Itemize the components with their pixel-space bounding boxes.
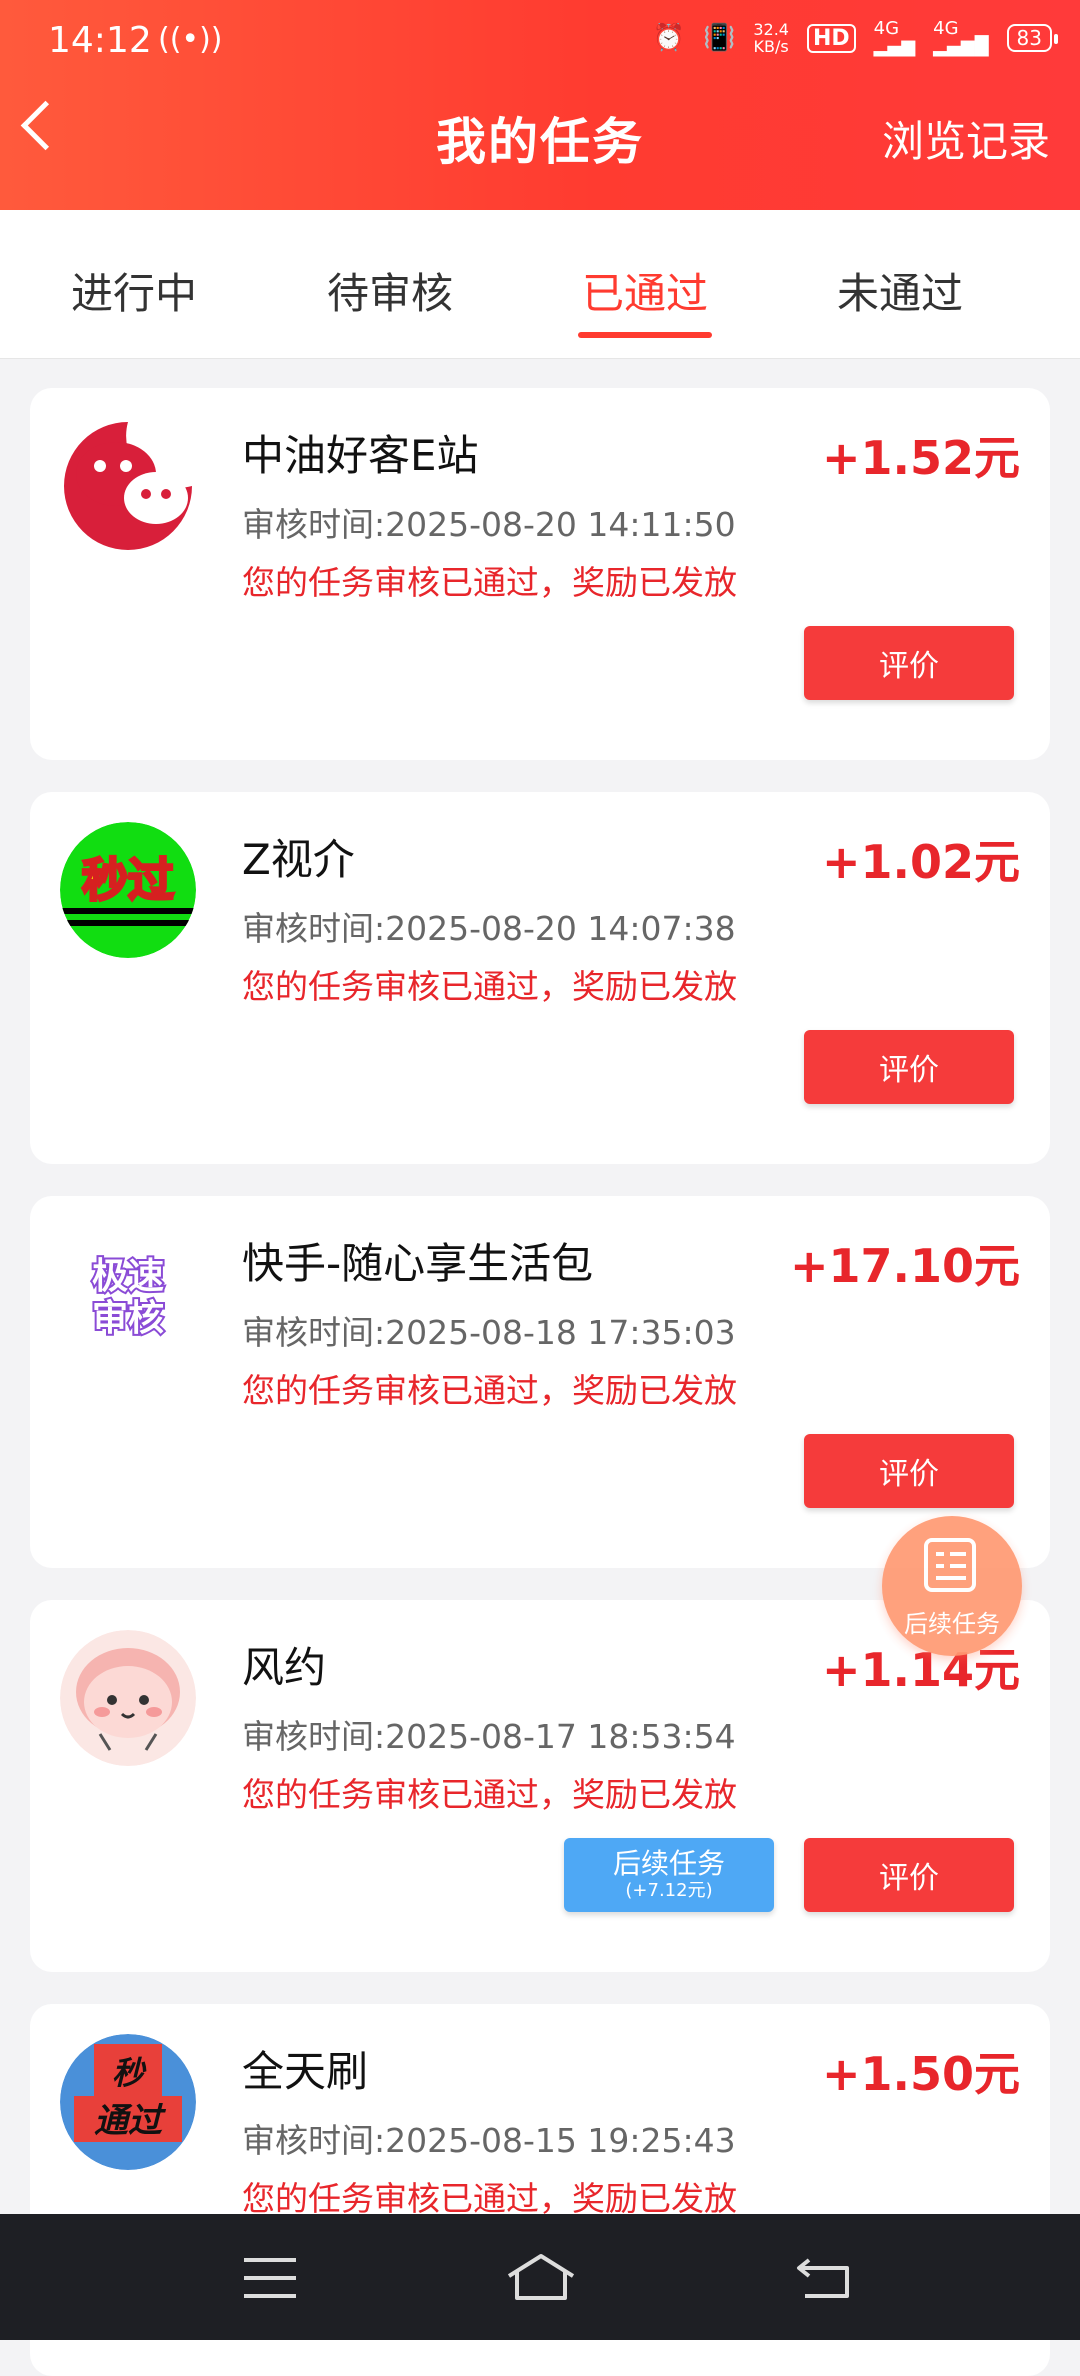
menu-icon[interactable]: [244, 2258, 296, 2298]
hotspot-icon: ((•)): [158, 22, 223, 57]
status-icons: ⏰ 📳 32.4 KB/s HD 4G ▂▄▆ 4G ▂▄▆█ 83: [652, 18, 1059, 57]
status-time: 14:12: [48, 20, 152, 61]
active-tab-indicator: [578, 332, 712, 338]
svg-text:秒过: 秒过: [82, 853, 174, 907]
svg-text:审核: 审核: [92, 1298, 164, 1339]
battery-icon: 83: [1006, 24, 1059, 52]
task-logo: 极速 审核: [60, 1226, 196, 1362]
tab-rejected[interactable]: 未通过: [800, 260, 1000, 321]
instant-pass-badge-icon: 秒 通过: [60, 2034, 196, 2170]
signal-2-icon: 4G ▂▄▆█: [933, 18, 989, 57]
followup-tasks-fab[interactable]: 后续任务: [882, 1516, 1022, 1656]
browse-history-link[interactable]: 浏览记录: [882, 108, 1050, 169]
review-status: 您的任务审核已通过，奖励已发放: [242, 1775, 737, 1814]
alarm-icon: ⏰: [652, 23, 685, 53]
task-logo: [60, 418, 196, 554]
task-reward: +17.10元: [789, 1239, 1020, 1293]
task-card[interactable]: 秒过 Z视介 +1.02元 审核时间:2025-08-20 14:07:38 您…: [30, 792, 1050, 1164]
home-icon[interactable]: [505, 2252, 577, 2302]
hd-badge: HD: [806, 23, 856, 53]
review-button[interactable]: 评价: [804, 1030, 1014, 1104]
signal-1-icon: 4G ▂▄▆: [873, 18, 916, 57]
review-time: 审核时间:2025-08-18 17:35:03: [242, 1313, 736, 1352]
review-status: 您的任务审核已通过，奖励已发放: [242, 1371, 737, 1410]
wechat-red-icon: [60, 418, 196, 554]
review-button[interactable]: 评价: [804, 1838, 1014, 1912]
svg-text:通过: 通过: [94, 2101, 167, 2141]
header: 14:12 ((•)) ⏰ 📳 32.4 KB/s HD 4G ▂▄▆ 4G ▂▄▆█…: [0, 0, 1080, 210]
followup-label: 后续任务: [612, 1847, 725, 1880]
back-icon[interactable]: [795, 2254, 855, 2300]
tab-in-progress[interactable]: 进行中: [34, 260, 234, 321]
task-name: 中油好客E站: [242, 431, 479, 480]
system-nav-bar: [0, 2214, 1080, 2340]
task-logo: [60, 1630, 196, 1766]
review-button[interactable]: 评价: [804, 1434, 1014, 1508]
followup-amount: (+7.12元): [625, 1880, 713, 1901]
review-status: 您的任务审核已通过，奖励已发放: [242, 967, 737, 1006]
task-reward: +1.02元: [821, 835, 1020, 889]
vibrate-icon: 📳: [702, 23, 736, 53]
review-status: 您的任务审核已通过，奖励已发放: [242, 2179, 737, 2218]
tab-pending-review[interactable]: 待审核: [290, 260, 490, 321]
review-time: 审核时间:2025-08-20 14:11:50: [242, 505, 736, 544]
task-card[interactable]: 风约 +1.14元 审核时间:2025-08-17 18:53:54 您的任务审…: [30, 1600, 1050, 1972]
task-reward: +1.52元: [821, 431, 1020, 485]
review-button[interactable]: 评价: [804, 626, 1014, 700]
svg-text:极速: 极速: [92, 1256, 164, 1297]
tab-approved[interactable]: 已通过: [545, 260, 745, 321]
task-name: 风约: [242, 1643, 327, 1692]
followup-task-button[interactable]: 后续任务 (+7.12元): [564, 1838, 774, 1912]
fast-pass-badge-icon: 秒过: [60, 822, 196, 958]
task-name: 全天刷: [242, 2047, 369, 2096]
task-logo: 秒过: [60, 822, 196, 958]
fab-label: 后续任务: [904, 1610, 1000, 1638]
review-time: 审核时间:2025-08-20 14:07:38: [242, 909, 736, 948]
tab-bar: 进行中 待审核 已通过 未通过: [0, 210, 1080, 359]
quick-review-badge-icon: 极速 审核: [60, 1226, 196, 1362]
review-status: 您的任务审核已通过，奖励已发放: [242, 563, 737, 602]
task-card[interactable]: 中油好客E站 +1.52元 审核时间:2025-08-20 14:11:50 您…: [30, 388, 1050, 760]
net-speed: 32.4 KB/s: [753, 20, 789, 56]
task-reward: +1.50元: [821, 2047, 1020, 2101]
review-time: 审核时间:2025-08-15 19:25:43: [242, 2121, 736, 2160]
task-card[interactable]: 极速 审核 快手-随心享生活包 +17.10元 审核时间:2025-08-18 …: [30, 1196, 1050, 1568]
review-time: 审核时间:2025-08-17 18:53:54: [242, 1717, 736, 1756]
cartoon-avatar-icon: [60, 1630, 196, 1766]
document-list-icon: [924, 1538, 976, 1592]
task-name: Z视介: [242, 835, 355, 884]
task-name: 快手-随心享生活包: [242, 1239, 594, 1288]
svg-text:秒: 秒: [112, 2054, 147, 2092]
task-logo: 秒 通过: [60, 2034, 196, 2170]
